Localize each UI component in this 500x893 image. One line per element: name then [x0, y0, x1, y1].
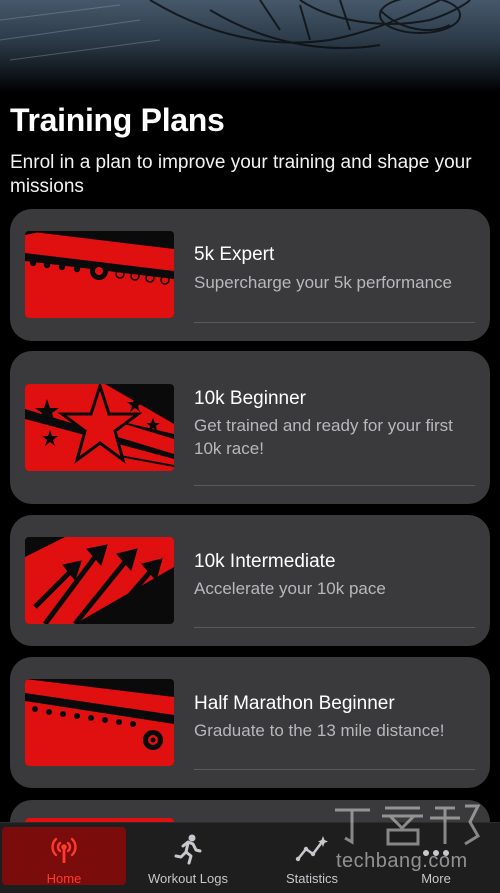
half-marathon-beginner-thumbnail [25, 679, 174, 766]
tab-bar: Home Workout Logs Statistics More [0, 822, 500, 893]
card-divider [194, 627, 475, 628]
page-title: Training Plans [10, 102, 225, 138]
page-subtitle: Enrol in a plan to improve your training… [10, 152, 472, 197]
tab-label: More [421, 871, 451, 886]
tab-home[interactable]: Home [2, 827, 126, 886]
sketch-illustration [0, 0, 471, 61]
plan-title: 10k Intermediate [194, 551, 336, 572]
plan-title: 5k Expert [194, 244, 275, 265]
chart-icon [295, 836, 328, 862]
10k-intermediate-thumbnail [25, 537, 174, 624]
radio-signal-icon [51, 837, 77, 863]
plan-description: Accelerate your 10k pace [194, 579, 386, 598]
plan-card-10k-intermediate[interactable]: 10k Intermediate Accelerate your 10k pac… [10, 515, 490, 646]
runner-icon [174, 834, 202, 865]
tab-statistics[interactable]: Statistics [250, 827, 374, 886]
hero-image [0, 0, 500, 92]
card-divider [194, 769, 475, 770]
plan-description: Graduate to the 13 mile distance! [194, 721, 445, 740]
plan-title: 10k Beginner [194, 388, 306, 409]
tab-workout-logs[interactable]: Workout Logs [126, 827, 250, 886]
tab-more[interactable]: More [374, 827, 498, 886]
plan-card-half-marathon-beginner[interactable]: Half Marathon Beginner Graduate to the 1… [10, 657, 490, 788]
plan-description: Get trained and ready for your first 10k… [194, 416, 453, 458]
tab-label: Statistics [285, 871, 338, 886]
5k-expert-thumbnail [25, 231, 174, 318]
card-divider [194, 485, 475, 486]
tab-label: Home [46, 871, 82, 886]
plan-card-10k-beginner[interactable]: 10k Beginner Get trained and ready for y… [10, 351, 490, 504]
card-divider [194, 322, 475, 323]
plan-title: Half Marathon Beginner [194, 693, 395, 714]
more-icon [423, 850, 449, 856]
plan-description: Supercharge your 5k performance [194, 273, 452, 292]
10k-beginner-thumbnail [25, 384, 174, 471]
tab-label: Workout Logs [148, 871, 228, 886]
plan-card-5k-expert[interactable]: 5k Expert Supercharge your 5k performanc… [10, 209, 490, 341]
